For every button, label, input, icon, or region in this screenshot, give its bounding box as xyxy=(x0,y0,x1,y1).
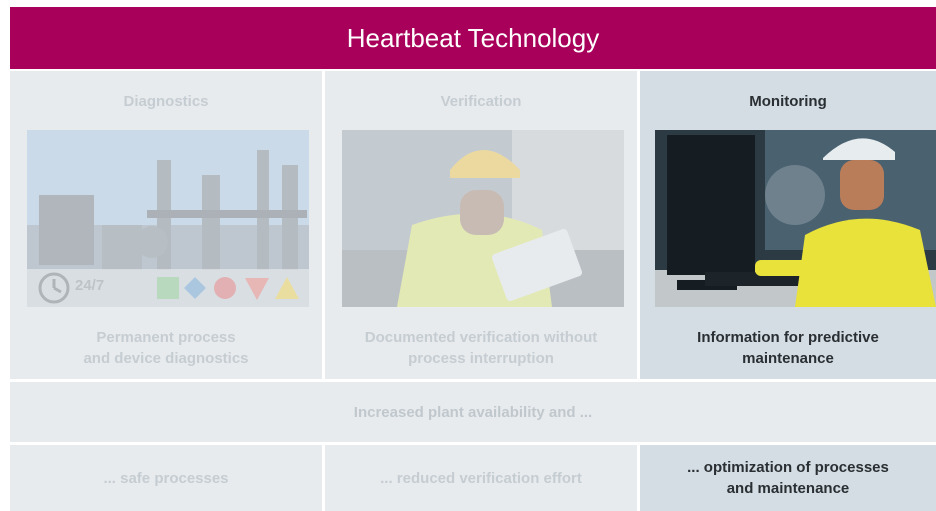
warning-icon xyxy=(275,277,299,299)
technician-image xyxy=(342,130,624,307)
diagnostics-panel: Diagnostics 24/7 Permanent process and d… xyxy=(10,71,322,379)
benefits-band: Increased plant availability and ... xyxy=(10,382,936,442)
availability-badge: 24/7 xyxy=(75,277,105,294)
engineer-at-computer-illustration xyxy=(655,130,936,307)
result-2-line1: ... reduced verification effort xyxy=(380,469,582,487)
monitoring-description: Information for predictive maintenance xyxy=(650,327,926,369)
failure-circle-icon xyxy=(214,277,236,299)
monitoring-desc-line1: Information for predictive xyxy=(697,329,879,346)
result-3-line2: and maintenance xyxy=(726,480,850,497)
diagnostics-title: Diagnostics xyxy=(123,93,209,110)
monitoring-panel: Monitoring Information for predictive ma… xyxy=(640,71,936,379)
clock-icon xyxy=(38,272,70,304)
verification-description: Documented verification without process … xyxy=(335,327,627,369)
result-1-line1: ... safe processes xyxy=(103,469,229,487)
result-safe-processes: ... safe processes xyxy=(10,445,322,511)
verification-panel: Verification Documented verification wit… xyxy=(325,71,637,379)
monitoring-title: Monitoring xyxy=(749,93,827,110)
result-3-line1: ... optimization of processes xyxy=(687,459,889,476)
diagnostics-description: Permanent process and device diagnostics xyxy=(20,327,312,369)
result-reduced-verification: ... reduced verification effort xyxy=(325,445,637,511)
page-title: Heartbeat Technology xyxy=(346,22,600,53)
status-icon-strip: 24/7 xyxy=(27,269,309,307)
diagnostics-desc-line2: and device diagnostics xyxy=(83,350,249,367)
technician-with-tablet-illustration xyxy=(342,130,624,307)
verification-title: Verification xyxy=(440,93,522,110)
check-status-icon xyxy=(157,277,179,299)
maintenance-diamond-icon xyxy=(184,277,206,299)
result-optimization: ... optimization of processes and mainte… xyxy=(640,445,936,511)
diagnostics-desc-line1: Permanent process xyxy=(96,329,236,346)
verification-desc-line2: process interruption xyxy=(408,350,554,367)
namur-status-icons xyxy=(157,277,299,300)
benefits-text: Increased plant availability and ... xyxy=(353,403,593,421)
out-of-spec-triangle-icon xyxy=(245,278,269,300)
plant-image: 24/7 xyxy=(27,130,309,307)
monitoring-desc-line2: maintenance xyxy=(742,350,834,367)
verification-desc-line1: Documented verification without xyxy=(364,329,598,346)
engineer-image xyxy=(655,130,936,307)
header-banner: Heartbeat Technology xyxy=(10,7,936,69)
